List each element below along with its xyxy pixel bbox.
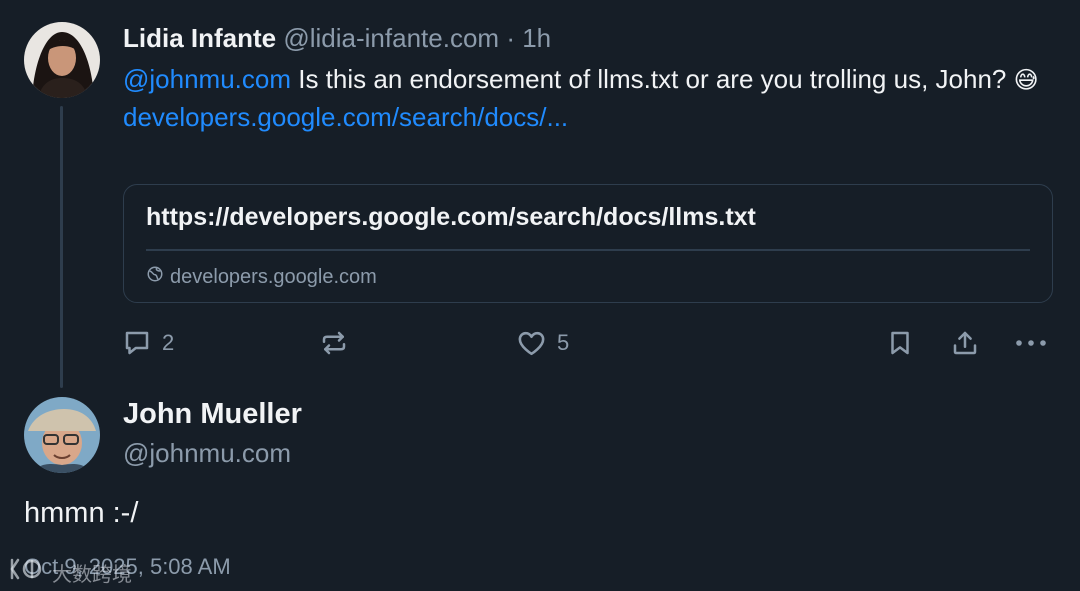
reply-count: 2 <box>162 330 175 355</box>
reply-author-name[interactable]: Lidia Infante <box>123 23 276 53</box>
post-author-handle[interactable]: @johnmu.com <box>123 438 291 469</box>
more-icon <box>1014 328 1048 358</box>
avatar[interactable] <box>24 22 100 98</box>
reply-text: @johnmu.com Is this an endorsement of ll… <box>123 61 1053 136</box>
avatar[interactable] <box>24 397 100 473</box>
separator-dot: · <box>506 23 515 53</box>
watermark-text: 大数跨境 <box>52 563 132 586</box>
emoji: 😅 <box>1013 67 1039 94</box>
link-preview-card[interactable]: https://developers.google.com/search/doc… <box>123 184 1053 303</box>
link-preview-title: https://developers.google.com/search/doc… <box>146 203 756 231</box>
heart-icon <box>516 328 547 359</box>
like-button[interactable]: 5 <box>516 326 569 360</box>
more-options-button[interactable] <box>1014 326 1048 360</box>
repost-button[interactable] <box>319 326 359 360</box>
bookmark-button[interactable] <box>885 326 915 360</box>
reply-link[interactable]: developers.google.com/search/docs/... <box>123 102 568 132</box>
avatar-image <box>24 397 100 473</box>
bookmark-icon <box>885 328 915 358</box>
mention-link[interactable]: @johnmu.com <box>123 64 291 94</box>
post-author-name[interactable]: John Mueller <box>123 398 302 431</box>
reply-header: Lidia Infante @lidia-infante.com · 1h <box>123 22 551 54</box>
reply-button[interactable]: 2 <box>122 326 174 360</box>
reply-author-handle[interactable]: @lidia-infante.com <box>283 23 499 53</box>
link-preview-domain: developers.google.com <box>146 265 377 289</box>
watermark: 大数跨境 <box>8 556 132 588</box>
globe-icon <box>146 265 164 289</box>
reply-body: Is this an endorsement of llms.txt or ar… <box>291 64 1014 94</box>
thread-view: Lidia Infante @lidia-infante.com · 1h @j… <box>0 0 1080 591</box>
link-preview-domain-text: developers.google.com <box>170 265 377 288</box>
share-icon <box>950 328 980 358</box>
share-button[interactable] <box>950 326 980 360</box>
watermark-logo-icon <box>8 556 48 588</box>
like-count: 5 <box>557 330 570 355</box>
reply-time[interactable]: 1h <box>522 23 551 53</box>
post-text: hmmn :-/ <box>24 497 139 529</box>
avatar-image <box>24 22 100 98</box>
thread-line <box>60 106 63 388</box>
divider <box>146 249 1030 251</box>
comment-icon <box>122 328 152 358</box>
repost-icon <box>319 328 349 358</box>
